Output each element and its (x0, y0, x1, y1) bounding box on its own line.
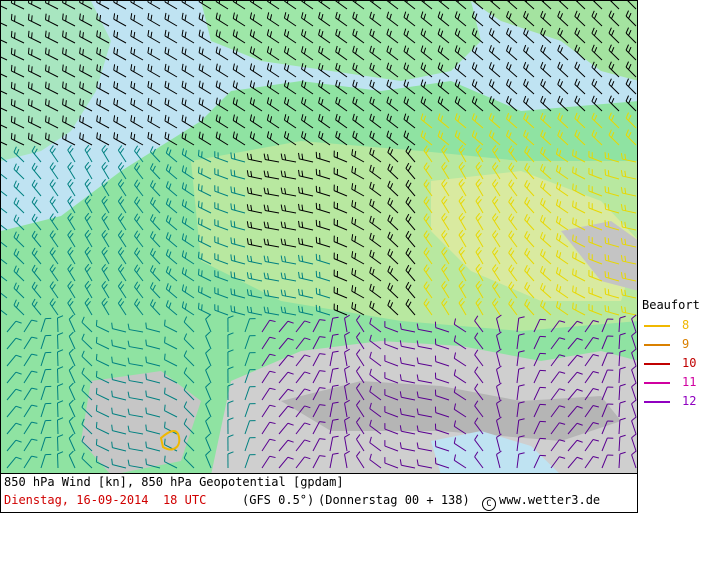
legend-swatch (644, 382, 670, 384)
beaufort-legend: Beaufort 8 9 10 11 12 (640, 298, 704, 418)
legend-swatch (644, 344, 670, 346)
legend-item-8: 8 (644, 318, 704, 334)
forecast-info: (Donnerstag 00 + 138) (318, 493, 470, 507)
credit-link[interactable]: Cwww.wetter3.de (482, 493, 600, 511)
model-info: (GFS 0.5°) (242, 493, 314, 507)
legend-label: 11 (682, 375, 696, 389)
legend-label: 8 (682, 318, 689, 332)
credit-text: www.wetter3.de (499, 493, 600, 507)
footer-info-line: Dienstag, 16-09-2014 18 UTC (GFS 0.5°) (… (4, 493, 634, 577)
legend-swatch (644, 363, 670, 365)
legend-label: 10 (682, 356, 696, 370)
run-info: Dienstag, 16-09-2014 18 UTC (4, 493, 206, 507)
legend-swatch (644, 401, 670, 403)
map-footer: 850 hPa Wind [kn], 850 hPa Geopotential … (0, 474, 638, 513)
legend-label: 12 (682, 394, 696, 408)
copyright-circle-icon: C (482, 497, 496, 511)
legend-item-9: 9 (644, 337, 704, 353)
legend-item-11: 11 (644, 375, 704, 391)
wind-barb-map (1, 1, 638, 474)
map-title: 850 hPa Wind [kn], 850 hPa Geopotential … (4, 475, 344, 489)
legend-title: Beaufort (642, 298, 700, 312)
legend-item-10: 10 (644, 356, 704, 372)
legend-label: 9 (682, 337, 689, 351)
weather-map (0, 0, 638, 474)
legend-swatch (644, 325, 670, 327)
legend-item-12: 12 (644, 394, 704, 410)
